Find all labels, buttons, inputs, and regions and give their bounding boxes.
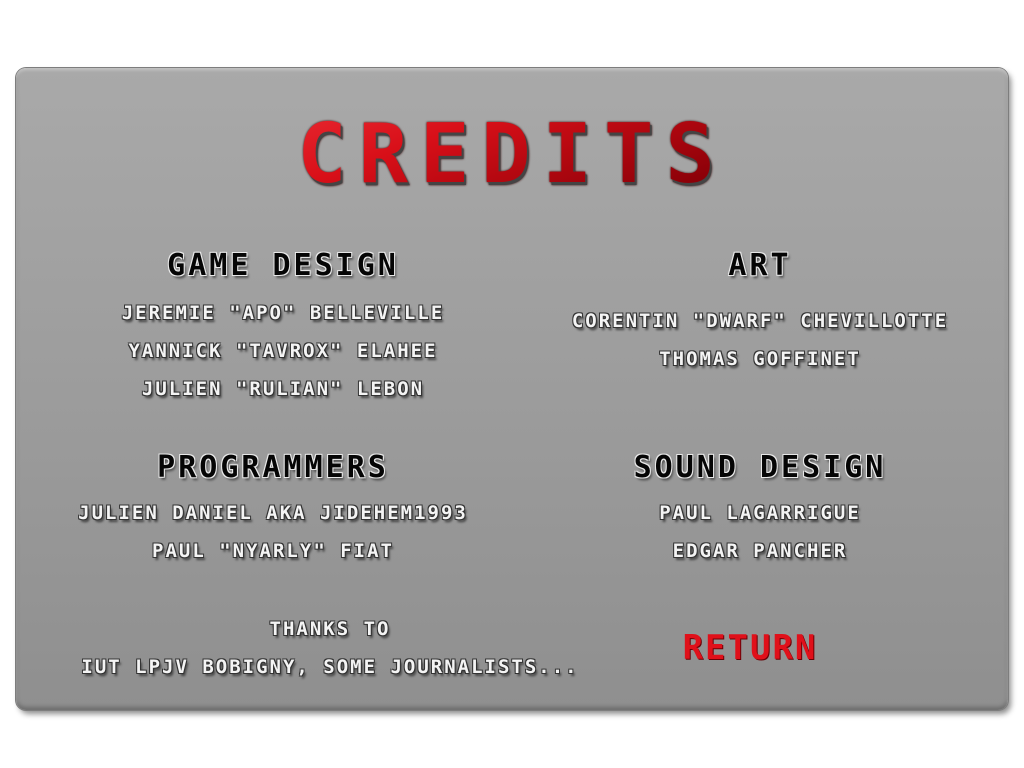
section-heading: GAME DESIGN <box>167 248 399 283</box>
credit-line: PAUL LAGARRIGUE <box>659 502 861 524</box>
section-game-design: GAME DESIGN JEREMIE "APO" BELLEVILLE YAN… <box>60 248 506 408</box>
section-heading: SOUND DESIGN <box>633 450 887 485</box>
section-heading: PROGRAMMERS <box>157 450 389 485</box>
credit-line: PAUL "NYARLY" FIAT <box>152 540 394 562</box>
credit-line: EDGAR PANCHER <box>672 540 848 562</box>
credit-line: JEREMIE "APO" BELLEVILLE <box>121 302 445 324</box>
credit-line: JULIEN "RULIAN" LEBON <box>141 378 425 400</box>
section-programmers: PROGRAMMERS JULIEN DANIEL AKA JIDEHEM199… <box>40 450 506 570</box>
return-button[interactable]: RETURN <box>660 628 840 668</box>
credit-line: JULIEN DANIEL AKA JIDEHEM1993 <box>78 502 468 524</box>
thanks-line: THANKS TO <box>269 618 391 640</box>
section-thanks: THANKS TO IUT LPJV BOBIGNY, SOME JOURNAL… <box>40 610 620 686</box>
credit-line: THOMAS GOFFINET <box>659 348 861 370</box>
section-heading: ART <box>728 248 792 283</box>
credit-line: CORENTIN "DWARF" CHEVILLOTTE <box>571 310 949 332</box>
section-sound-design: SOUND DESIGN PAUL LAGARRIGUE EDGAR PANCH… <box>560 450 960 570</box>
section-art: ART CORENTIN "DWARF" CHEVILLOTTE THOMAS … <box>540 248 980 378</box>
thanks-line: IUT LPJV BOBIGNY, SOME JOURNALISTS... <box>81 656 579 678</box>
credit-line: YANNICK "TAVROX" ELAHEE <box>128 340 438 362</box>
credits-title: CREDITS <box>0 110 1024 200</box>
